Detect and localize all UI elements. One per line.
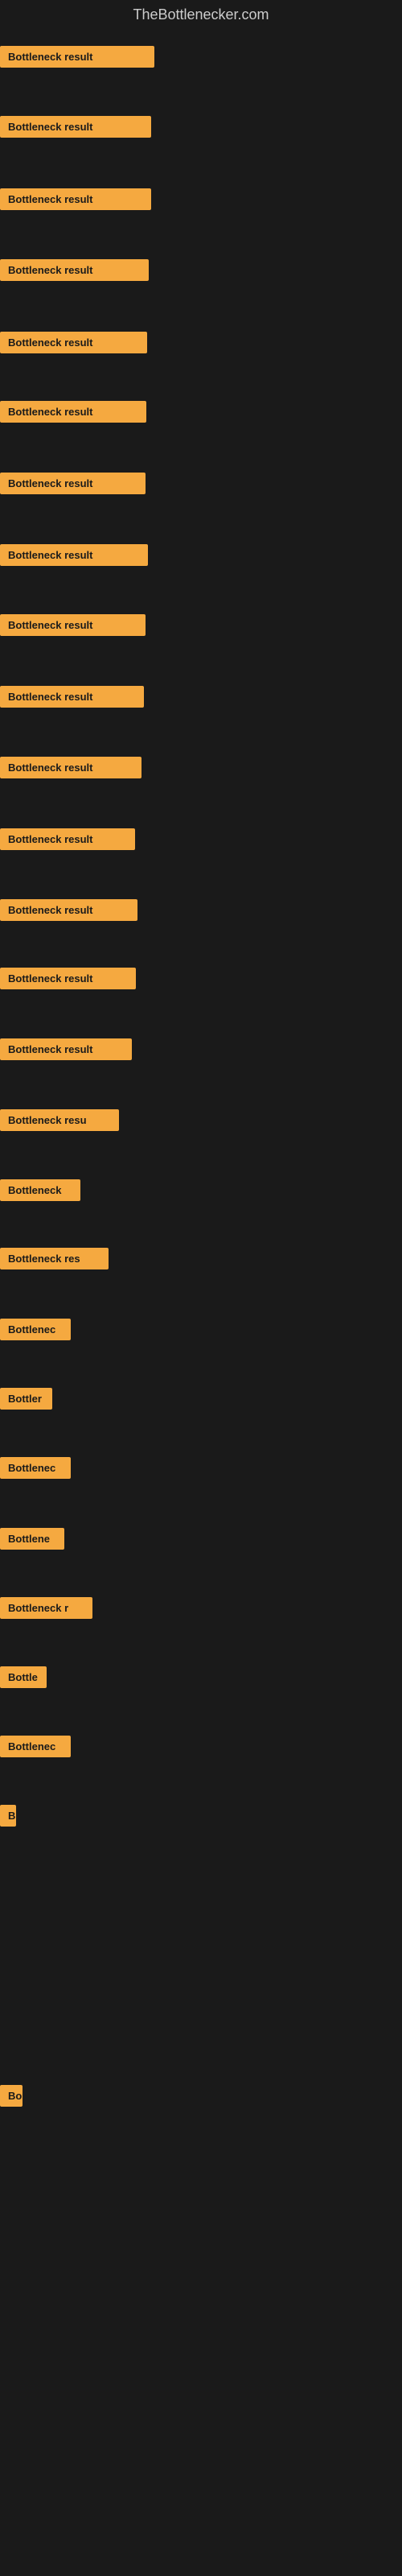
bottleneck-item: Bottlenec [0, 1457, 71, 1479]
site-title: TheBottlenecker.com [0, 0, 402, 30]
bottleneck-item: Bottleneck result [0, 332, 147, 353]
bottleneck-item: Bottleneck result [0, 401, 146, 423]
bottleneck-item: Bottleneck result [0, 188, 151, 210]
bottleneck-item: Bottleneck result [0, 544, 148, 566]
bottleneck-item: Bottle [0, 1666, 47, 1688]
bottleneck-item: Bottlenec [0, 1736, 71, 1757]
bottleneck-item: Bottleneck result [0, 46, 154, 68]
bottleneck-item: Bottlene [0, 1528, 64, 1550]
bottleneck-item: Bottleneck result [0, 1038, 132, 1060]
bottleneck-item: B [0, 1805, 16, 1827]
bottleneck-item: Bottleneck [0, 1179, 80, 1201]
bottleneck-item: Bottleneck result [0, 968, 136, 989]
bottleneck-item: Bottleneck result [0, 259, 149, 281]
bottleneck-item: Bottleneck resu [0, 1109, 119, 1131]
bottleneck-item: Bottleneck result [0, 614, 146, 636]
bottleneck-item: Bottleneck res [0, 1248, 109, 1269]
bottleneck-item: Bottleneck result [0, 686, 144, 708]
bottleneck-item: Bottlenec [0, 1319, 71, 1340]
bottleneck-item: Bo [0, 2085, 23, 2107]
bottleneck-item: Bottleneck result [0, 899, 137, 921]
bottleneck-item: Bottler [0, 1388, 52, 1410]
bottleneck-item: Bottleneck result [0, 828, 135, 850]
bottleneck-item: Bottleneck result [0, 473, 146, 494]
bottleneck-item: Bottleneck result [0, 757, 142, 778]
bottleneck-item: Bottleneck result [0, 116, 151, 138]
bottleneck-item: Bottleneck r [0, 1597, 92, 1619]
